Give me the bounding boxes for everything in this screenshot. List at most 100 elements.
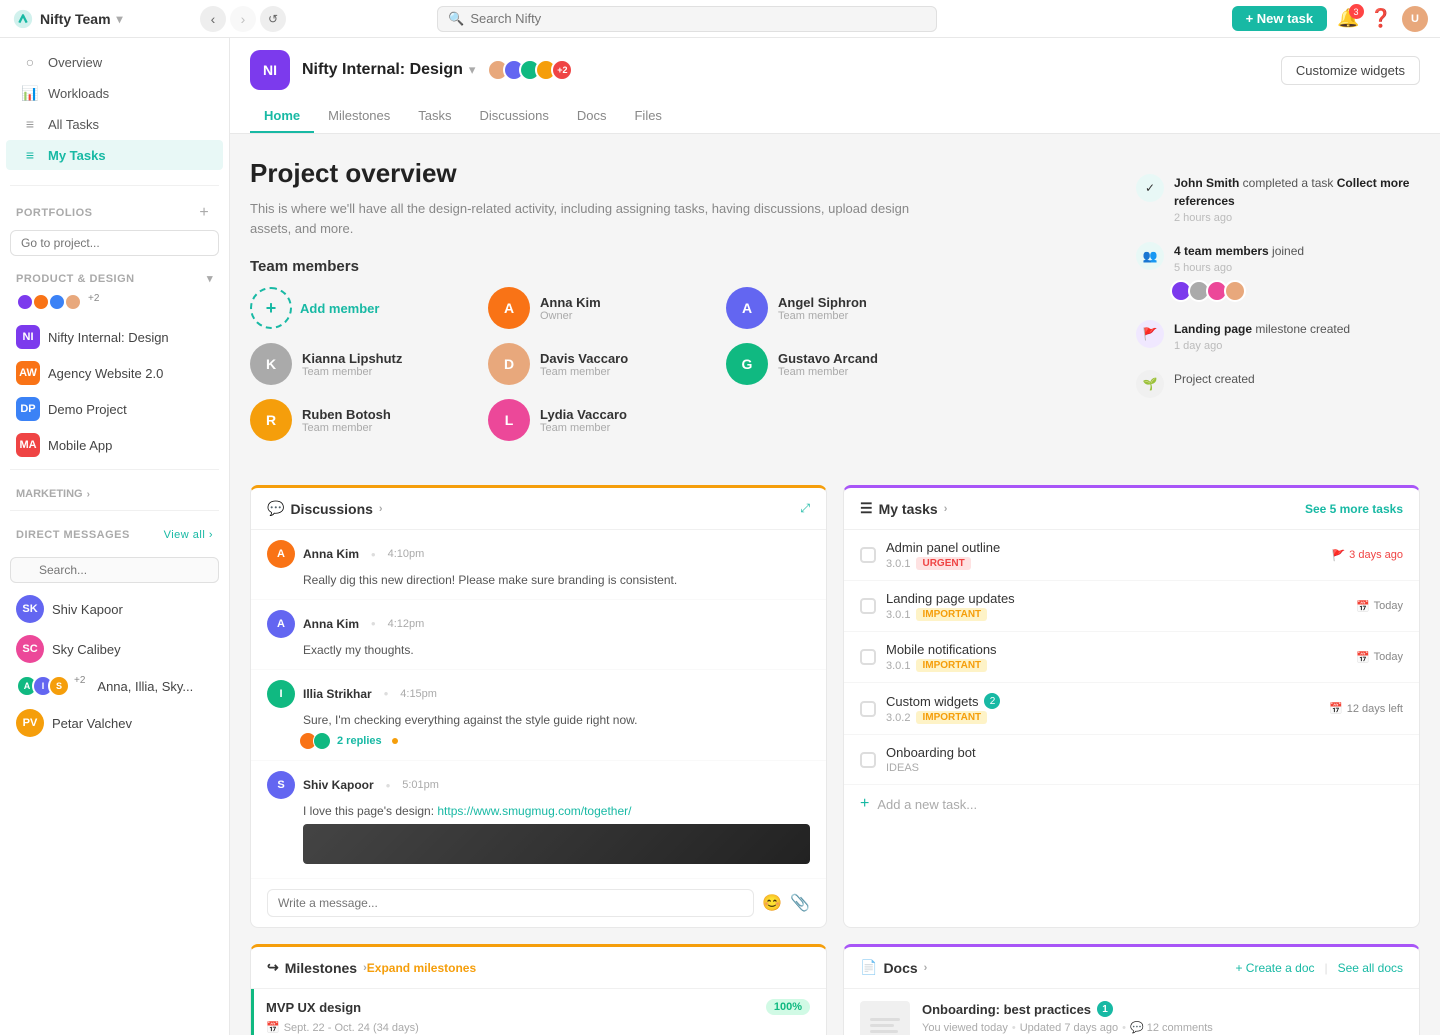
member-card-angel-siphron: A Angel Siphron Team member bbox=[726, 287, 950, 329]
task-checkbox-3[interactable] bbox=[860, 649, 876, 665]
tab-tasks[interactable]: Tasks bbox=[404, 100, 465, 133]
all-tasks-icon: ≡ bbox=[22, 116, 38, 132]
search-bar[interactable]: 🔍 bbox=[437, 6, 937, 32]
notifications-button[interactable]: 🔔 3 bbox=[1337, 8, 1359, 29]
see-more-tasks-link[interactable]: See 5 more tasks bbox=[1305, 502, 1403, 516]
task-checkbox-1[interactable] bbox=[860, 547, 876, 563]
content-area: Project overview This is where we'll hav… bbox=[230, 134, 1440, 1035]
customize-widgets-button[interactable]: Customize widgets bbox=[1281, 56, 1420, 85]
milestone-pct-1: 100% bbox=[766, 999, 810, 1015]
topbar: Nifty Team ▾ ‹ › ↺ 🔍 + New task 🔔 3 ❓ U bbox=[0, 0, 1440, 38]
emoji-button[interactable]: 😊 bbox=[762, 893, 782, 913]
dm-item-shiv-kapoor[interactable]: SK Shiv Kapoor bbox=[0, 589, 229, 629]
add-task-plus-icon: + bbox=[860, 795, 869, 813]
task-checkbox-4[interactable] bbox=[860, 701, 876, 717]
product-design-section-header[interactable]: PRODUCT & DESIGN ▾ bbox=[0, 260, 229, 289]
dm-search-wrap: 🔍 bbox=[0, 553, 229, 589]
doc-name-1[interactable]: Onboarding: best practices 1 bbox=[922, 1001, 1403, 1017]
member-card-kianna-lipshutz: K Kianna Lipshutz Team member bbox=[250, 343, 474, 385]
marketing-section-header[interactable]: MARKETING › bbox=[0, 476, 229, 504]
team-members-section: Team members + Add member A A bbox=[250, 258, 1100, 441]
reply-dot bbox=[392, 738, 398, 744]
milestones-widget: ↪ Milestones › Expand milestones MVP UX … bbox=[250, 944, 827, 1035]
main-content: NI Nifty Internal: Design ▾ +2 bbox=[230, 38, 1440, 1035]
sidebar-nav: ○ Overview 📊 Workloads ≡ All Tasks ≡ My … bbox=[0, 38, 229, 179]
sidebar-item-my-tasks[interactable]: ≡ My Tasks bbox=[6, 140, 223, 170]
project-tabs: Home Milestones Tasks Discussions Docs F… bbox=[250, 100, 1420, 133]
expand-milestones-link[interactable]: Expand milestones bbox=[367, 961, 476, 975]
project-icon-ni: NI bbox=[16, 325, 40, 349]
sidebar-item-all-tasks[interactable]: ≡ All Tasks bbox=[6, 109, 223, 139]
discussions-actions: ⤢ bbox=[800, 501, 810, 516]
sidebar-item-overview[interactable]: ○ Overview bbox=[6, 47, 223, 77]
my-tasks-title: ☰ My tasks › bbox=[860, 500, 947, 517]
task-info-5: Onboarding bot IDEAS bbox=[886, 745, 1403, 774]
team-members-grid: + Add member A Anna Kim Owner bbox=[250, 287, 950, 441]
dm-item-petar-valchev[interactable]: PV Petar Valchev bbox=[0, 703, 229, 743]
sidebar-item-workloads[interactable]: 📊 Workloads bbox=[6, 78, 223, 108]
tab-discussions[interactable]: Discussions bbox=[466, 100, 563, 133]
smugmug-link[interactable]: https://www.smugmug.com/together/ bbox=[437, 804, 631, 818]
add-portfolio-button[interactable]: + bbox=[195, 204, 213, 222]
tab-files[interactable]: Files bbox=[620, 100, 675, 133]
tab-home[interactable]: Home bbox=[250, 100, 314, 133]
dm-item-sky-calibey[interactable]: SC Sky Calibey bbox=[0, 629, 229, 669]
replies-link[interactable]: 2 replies bbox=[337, 735, 382, 747]
sidebar-divider-1 bbox=[10, 185, 219, 186]
user-avatar[interactable]: U bbox=[1402, 6, 1428, 32]
task-item-4: Custom widgets 2 3.0.2 IMPORTANT 📅 12 da… bbox=[844, 683, 1419, 735]
sidebar-item-nifty-internal[interactable]: NI Nifty Internal: Design bbox=[0, 319, 229, 355]
expand-icon[interactable]: ⤢ bbox=[800, 501, 810, 516]
overview-icon: ○ bbox=[22, 54, 38, 70]
activity-icon-1: ✓ bbox=[1136, 174, 1164, 202]
task-info-2: Landing page updates 3.0.1 IMPORTANT bbox=[886, 591, 1346, 621]
tab-docs[interactable]: Docs bbox=[563, 100, 621, 133]
docs-icon: 📄 bbox=[860, 959, 877, 976]
project-title-chevron[interactable]: ▾ bbox=[469, 62, 476, 78]
tab-milestones[interactable]: Milestones bbox=[314, 100, 404, 133]
project-icon-aw: AW bbox=[16, 361, 40, 385]
add-task-row[interactable]: + Add a new task... bbox=[844, 785, 1419, 823]
forward-button[interactable]: › bbox=[230, 6, 256, 32]
task-checkbox-2[interactable] bbox=[860, 598, 876, 614]
task-item-5: Onboarding bot IDEAS bbox=[844, 735, 1419, 785]
project-avatars-row[interactable]: +2 bbox=[0, 289, 229, 319]
create-doc-link[interactable]: + Create a doc bbox=[1235, 961, 1314, 975]
back-button[interactable]: ‹ bbox=[200, 6, 226, 32]
docs-actions: + Create a doc | See all docs bbox=[1235, 961, 1403, 975]
msg-avatar-1: A bbox=[267, 540, 295, 568]
doc-meta-1: You viewed today • Updated 7 days ago • … bbox=[922, 1021, 1403, 1034]
see-all-docs-link[interactable]: See all docs bbox=[1338, 961, 1403, 975]
activity-icon-4: 🌱 bbox=[1136, 370, 1164, 398]
view-all-link[interactable]: View all › bbox=[164, 529, 213, 541]
task-checkbox-5[interactable] bbox=[860, 752, 876, 768]
search-input[interactable] bbox=[470, 11, 926, 26]
task-date-4: 📅 12 days left bbox=[1329, 702, 1403, 715]
sidebar-item-demo-project[interactable]: DP Demo Project bbox=[0, 391, 229, 427]
my-tasks-header: ☰ My tasks › See 5 more tasks bbox=[844, 488, 1419, 530]
dm-item-group-chat[interactable]: A I S +2 Anna, Illia, Sky... bbox=[0, 669, 229, 703]
task-info-3: Mobile notifications 3.0.1 IMPORTANT bbox=[886, 642, 1346, 672]
sidebar-item-agency-website[interactable]: AW Agency Website 2.0 bbox=[0, 355, 229, 391]
task-item-3: Mobile notifications 3.0.1 IMPORTANT 📅 T… bbox=[844, 632, 1419, 683]
topbar-nav: ‹ › ↺ bbox=[200, 6, 286, 32]
message-input[interactable] bbox=[267, 889, 754, 917]
docs-chevron: › bbox=[924, 962, 928, 974]
team-name-logo[interactable]: Nifty Team ▾ bbox=[12, 8, 192, 30]
sidebar-item-mobile-app[interactable]: MA Mobile App bbox=[0, 427, 229, 463]
dm-search-input[interactable] bbox=[10, 557, 219, 583]
milestones-icon: ↪ bbox=[267, 959, 279, 976]
history-button[interactable]: ↺ bbox=[260, 6, 286, 32]
portfolio-search-wrap bbox=[0, 226, 229, 260]
discussion-msg-3: I Illia Strikhar • 4:15pm Sure, I'm chec… bbox=[251, 670, 826, 762]
help-icon[interactable]: ❓ bbox=[1370, 8, 1392, 29]
new-task-button[interactable]: + New task bbox=[1232, 6, 1328, 31]
activity-item-4: 🌱 Project created bbox=[1136, 370, 1420, 398]
dm-section: 🔍 SK Shiv Kapoor SC Sky Calibey A I S +2 bbox=[0, 545, 229, 751]
dm-search-inner: 🔍 bbox=[10, 557, 219, 583]
add-member-button[interactable]: + Add member bbox=[250, 287, 474, 329]
attach-button[interactable]: 📎 bbox=[790, 893, 810, 913]
portfolio-search-input[interactable] bbox=[10, 230, 219, 256]
team-members-title: Team members bbox=[250, 258, 1100, 275]
task-info-1: Admin panel outline 3.0.1 URGENT bbox=[886, 540, 1321, 570]
